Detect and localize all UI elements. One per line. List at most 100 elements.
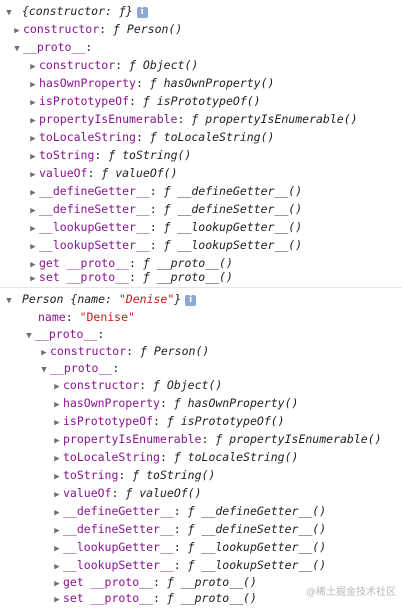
- property-key: __proto__: [35, 327, 98, 341]
- tree-row[interactable]: ▼ __proto__:: [0, 359, 402, 377]
- function-icon: ƒ: [129, 58, 136, 72]
- property-value: __defineGetter__(): [177, 184, 303, 198]
- property-value: valueOf(): [115, 166, 178, 180]
- info-icon[interactable]: i: [136, 7, 148, 18]
- function-icon: ƒ: [191, 112, 199, 126]
- property-key: hasOwnProperty: [63, 396, 160, 410]
- property-value: Person(): [153, 344, 210, 358]
- function-icon: ƒ: [166, 575, 174, 589]
- function-icon: ƒ: [132, 468, 140, 482]
- property-key: __defineGetter__: [63, 504, 174, 518]
- function-icon: ƒ: [125, 486, 133, 500]
- property-value: toLocaleString(): [163, 130, 275, 144]
- function-icon: ƒ: [215, 432, 223, 446]
- function-icon: ƒ: [166, 414, 174, 428]
- tree-row[interactable]: ▶ valueOf: ƒ valueOf(): [0, 164, 402, 182]
- property-key: __lookupSetter__: [39, 238, 150, 252]
- tree-row[interactable]: ▶ propertyIsEnumerable: ƒ propertyIsEnume…: [0, 110, 402, 128]
- function-icon: ƒ: [187, 540, 195, 554]
- property-key: isPrototypeOf: [39, 94, 130, 108]
- property-value: valueOf(): [139, 486, 202, 500]
- tree-row[interactable]: ▼ __proto__:: [0, 325, 402, 343]
- tree-row[interactable]: ▶ toLocaleString: ƒ toLocaleString(): [0, 128, 402, 146]
- object-class-name: Person: [21, 292, 64, 306]
- property-key: constructor: [63, 378, 140, 392]
- function-icon: ƒ: [113, 22, 120, 36]
- tree-row[interactable]: ▼ __proto__:: [0, 38, 402, 56]
- tree-row[interactable]: ▶ set __proto__: ƒ __proto__(): [0, 268, 402, 286]
- tree-row[interactable]: ▶ constructor: ƒ Object(): [0, 376, 402, 394]
- property-value: "Denise": [79, 310, 135, 324]
- property-value: Person(): [126, 22, 183, 36]
- expand-triangle-icon[interactable]: ▶: [51, 591, 63, 609]
- property-value: Object(): [142, 58, 199, 72]
- tree-row[interactable]: ▶ valueOf: ƒ valueOf(): [0, 484, 402, 502]
- tree-row[interactable]: ▶ __defineSetter__: ƒ __defineSetter__(): [0, 200, 402, 218]
- property-key: __lookupGetter__: [39, 220, 150, 234]
- property-key: toString: [63, 468, 119, 482]
- property-value: __proto__(): [156, 270, 233, 284]
- property-value: __proto__(): [180, 591, 257, 605]
- property-key: __defineSetter__: [63, 522, 174, 536]
- tree-row[interactable]: ▶ __lookupGetter__: ƒ __lookupGetter__(): [0, 538, 402, 556]
- object-header-row[interactable]: ▼ {constructor: ƒ} i: [0, 2, 402, 20]
- property-key: toLocaleString: [63, 450, 160, 464]
- property-key: valueOf: [39, 166, 88, 180]
- property-key: constructor: [23, 22, 100, 36]
- property-key: constructor: [39, 58, 116, 72]
- tree-row: name: "Denise": [38, 310, 135, 324]
- function-icon: ƒ: [163, 220, 171, 234]
- property-value: Object(): [166, 378, 223, 392]
- property-key: __proto__: [23, 40, 86, 54]
- function-icon: ƒ: [187, 504, 195, 518]
- function-icon: ƒ: [140, 344, 147, 358]
- tree-row[interactable]: ▶ constructor: ƒ Person(): [0, 342, 402, 360]
- property-key: __defineGetter__: [39, 184, 150, 198]
- tree-row[interactable]: ▶ constructor: ƒ Person(): [0, 20, 402, 38]
- expand-triangle-icon[interactable]: ▶: [27, 270, 39, 288]
- property-value: toString(): [146, 468, 216, 482]
- property-key: __defineSetter__: [39, 202, 150, 216]
- function-icon: ƒ: [142, 94, 150, 108]
- tree-row[interactable]: ▶ propertyIsEnumerable: ƒ propertyIsEnume…: [0, 430, 402, 448]
- property-key: toLocaleString: [39, 130, 136, 144]
- tree-row[interactable]: ▶ __lookupSetter__: ƒ __lookupSetter__(): [0, 236, 402, 254]
- function-icon: ƒ: [173, 396, 181, 410]
- tree-row[interactable]: ▶ __lookupSetter__: ƒ __lookupSetter__(): [0, 556, 402, 574]
- property-value: __defineSetter__(): [177, 202, 303, 216]
- tree-row[interactable]: ▶ __defineSetter__: ƒ __defineSetter__(): [0, 520, 402, 538]
- property-key: hasOwnProperty: [39, 76, 136, 90]
- object-preview-value: "Denise": [118, 292, 175, 306]
- tree-row[interactable]: ▶ constructor: ƒ Object(): [0, 56, 402, 74]
- console-divider: [0, 287, 402, 288]
- property-key: isPrototypeOf: [63, 414, 154, 428]
- tree-row[interactable]: ▶ isPrototypeOf: ƒ isPrototypeOf(): [0, 92, 402, 110]
- tree-row[interactable]: ▶ toString: ƒ toString(): [0, 466, 402, 484]
- tree-row[interactable]: ▶ toString: ƒ toString(): [0, 146, 402, 164]
- function-icon: ƒ: [187, 522, 195, 536]
- property-key: toString: [39, 148, 95, 162]
- tree-row[interactable]: ▶ toLocaleString: ƒ toLocaleString(): [0, 448, 402, 466]
- property-value: propertyIsEnumerable(): [205, 112, 358, 126]
- function-icon: ƒ: [101, 166, 109, 180]
- tree-row[interactable]: ▶ __defineGetter__: ƒ __defineGetter__(): [0, 182, 402, 200]
- property-key: propertyIsEnumerable: [63, 432, 202, 446]
- property-value: __lookupSetter__(): [177, 238, 303, 252]
- function-icon: ƒ: [163, 184, 171, 198]
- property-value: isPrototypeOf(): [156, 94, 261, 108]
- object-header-row[interactable]: ▼ Person {name: "Denise"} i: [0, 290, 402, 308]
- tree-row[interactable]: ▶ __lookupGetter__: ƒ __lookupGetter__(): [0, 218, 402, 236]
- function-icon: ƒ: [142, 270, 150, 284]
- function-icon: ƒ: [163, 202, 171, 216]
- object-header-text: {constructor: ƒ}: [21, 4, 133, 18]
- tree-row[interactable]: ▶ hasOwnProperty: ƒ hasOwnProperty(): [0, 394, 402, 412]
- tree-row[interactable]: ▶ hasOwnProperty: ƒ hasOwnProperty(): [0, 74, 402, 92]
- tree-row[interactable]: ▶ __defineGetter__: ƒ __defineGetter__(): [0, 502, 402, 520]
- property-value: propertyIsEnumerable(): [229, 432, 382, 446]
- info-icon[interactable]: i: [185, 295, 197, 306]
- property-value: __defineSetter__(): [201, 522, 327, 536]
- function-icon: ƒ: [149, 76, 157, 90]
- property-key: valueOf: [63, 486, 112, 500]
- function-icon: ƒ: [108, 148, 116, 162]
- tree-row[interactable]: ▶ isPrototypeOf: ƒ isPrototypeOf(): [0, 412, 402, 430]
